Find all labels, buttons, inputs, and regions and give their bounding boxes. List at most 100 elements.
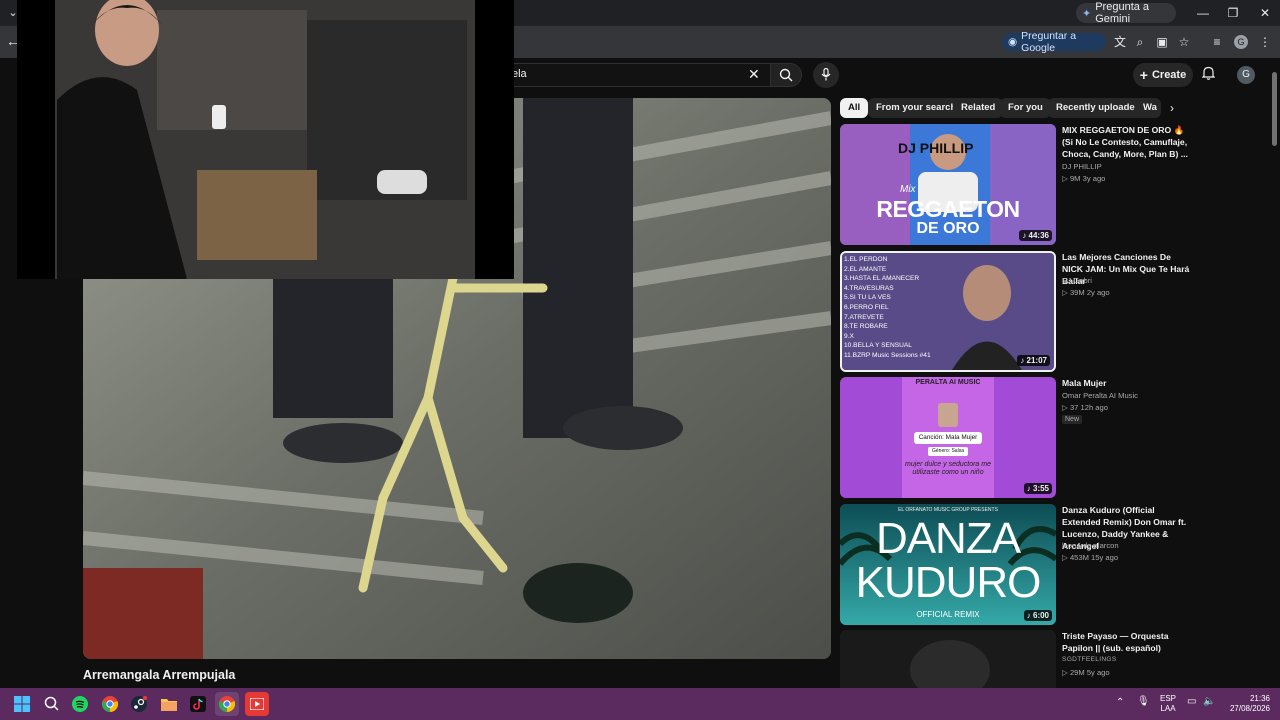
clear-search-icon[interactable]: ✕: [748, 66, 760, 83]
gemini-button[interactable]: ✦ Pregunta a Gemini: [1076, 1, 1176, 25]
chip-recently-uploaded[interactable]: Recently uploaded: [1048, 98, 1149, 118]
restore-button[interactable]: ❐: [1218, 3, 1248, 23]
chip-for-you[interactable]: For you: [1000, 98, 1051, 118]
rec-thumbnail-1[interactable]: DJ PHILLIP Mix REGGAETON DE ORO ♪ 44:36: [840, 124, 1056, 245]
minimize-button[interactable]: —: [1188, 3, 1218, 23]
cast-icon[interactable]: ▣: [1153, 33, 1171, 51]
webcam-frame: [55, 0, 475, 279]
track-1: 1.EL PERDON: [844, 256, 888, 263]
rec-thumbnail-art-5: [840, 630, 1056, 688]
rec-thumb-1-deoro: DE ORO: [916, 220, 980, 237]
rec-title-5[interactable]: Triste Payaso — Orquesta Papilon || (sub…: [1062, 630, 1192, 654]
rec-thumb-3-lyric: mujer dulce y seductora me utilizaste co…: [905, 461, 991, 477]
rec-duration-2: ♪ 21:07: [1017, 355, 1050, 366]
browser-profile-avatar[interactable]: G: [1234, 35, 1248, 49]
chrome-active-icon[interactable]: [215, 692, 239, 716]
scrollbar-thumb[interactable]: [1272, 72, 1277, 146]
voice-search-button[interactable]: [813, 62, 839, 88]
ask-google-label: Preguntar a Google: [1021, 30, 1077, 54]
windows-start-icon[interactable]: [10, 692, 34, 716]
reading-list-icon[interactable]: ≡: [1208, 33, 1226, 51]
rec-thumb-4-kuduro: KUDURO: [855, 558, 1042, 607]
rec-channel-4[interactable]: leonardo alarcon: [1062, 541, 1119, 550]
file-explorer-icon[interactable]: [157, 692, 181, 716]
rec-thumb-3-portrait: [938, 403, 958, 427]
lang-line-1: ESP: [1160, 694, 1177, 703]
volume-icon[interactable]: 🔈: [1203, 696, 1215, 707]
tiktok-icon[interactable]: [186, 692, 210, 716]
rec-thumbnail-2[interactable]: 1.EL PERDON 2.EL AMANTE 3.HASTA EL AMANE…: [840, 251, 1056, 372]
chrome-icon[interactable]: [98, 692, 122, 716]
close-window-button[interactable]: ✕: [1250, 3, 1280, 23]
chip-watched[interactable]: Wa: [1135, 98, 1161, 118]
track-6: 6.PERRO FIEL: [844, 303, 889, 311]
gemini-label: Pregunta a Gemini: [1095, 1, 1150, 25]
steam-icon[interactable]: [127, 692, 151, 716]
account-avatar[interactable]: G: [1237, 66, 1255, 84]
track-5: 5.SI TU LA VES: [844, 294, 891, 302]
show-hidden-icons-chevron[interactable]: ⌃: [1116, 697, 1124, 708]
system-clock[interactable]: 21:36 27/08/2026: [1222, 694, 1270, 714]
chip-all[interactable]: All: [840, 98, 869, 118]
bookmark-star-icon[interactable]: ☆: [1175, 33, 1193, 51]
streaming-app-icon[interactable]: [245, 692, 269, 716]
rec-thumb-3-logo: PERALTA AI MUSIC: [915, 379, 981, 386]
track-9: 9.X: [844, 332, 854, 340]
track-2: 2.EL AMANTE: [844, 265, 887, 273]
rec-thumbnail-3[interactable]: PERALTA AI MUSIC Canción: Mala Mujer Gén…: [840, 377, 1056, 498]
track-8: 8.TE ROBARE: [844, 323, 888, 331]
rec-thumb-1-reggaeton: REGGAETON: [876, 196, 1020, 222]
create-label: Create: [1151, 69, 1187, 81]
rec-channel-5[interactable]: SGDTFEELINGS: [1062, 656, 1117, 663]
notifications-bell-icon[interactable]: [1201, 66, 1216, 83]
network-icon[interactable]: ▭: [1187, 696, 1196, 707]
rec-duration-1: ♪ 44:36: [1019, 230, 1052, 241]
microphone-tray-icon[interactable]: 🎙: [1137, 696, 1150, 707]
rec-meta-4: ▷ 453M 15y ago: [1062, 553, 1119, 562]
chip-related[interactable]: Related: [953, 98, 1004, 118]
rec-thumb-3-genre: Género: Salsa: [928, 447, 968, 456]
translate-icon[interactable]: 文: [1111, 33, 1129, 51]
search-button[interactable]: [770, 63, 802, 87]
rec-meta-3: ▷ 37 12h ago: [1062, 403, 1108, 412]
browser-menu-icon[interactable]: ⋮: [1256, 33, 1274, 51]
rec-duration-3: ♪ 3:55: [1023, 483, 1052, 494]
rec-duration-4: ♪ 6:00: [1023, 610, 1052, 621]
webcam-overlay: [17, 0, 514, 279]
new-badge: New: [1062, 415, 1083, 424]
search-query-text: ela: [512, 68, 527, 80]
rec-channel-1[interactable]: DJ PHILLIP: [1062, 162, 1102, 171]
taskbar-search-icon[interactable]: [39, 692, 63, 716]
rec-title-1[interactable]: MIX REGGAETON DE ORO 🔥 (Si No Le Contest…: [1062, 124, 1192, 160]
rec-thumbnail-5[interactable]: [840, 630, 1056, 688]
lens-icon: ◉: [1008, 36, 1018, 48]
spotify-icon[interactable]: [68, 692, 92, 716]
rec-channel-2[interactable]: DJ Gabri: [1062, 276, 1092, 285]
ask-google-button[interactable]: ◉ Preguntar a Google: [1002, 30, 1106, 54]
clock-date: 27/08/2026: [1229, 704, 1270, 713]
rec-channel-3[interactable]: Omar Peralta AI Music: [1062, 391, 1138, 400]
rec-thumb-4-presents: EL ORFANATO MUSIC GROUP PRESENTS: [898, 507, 998, 513]
rec-thumb-4-danza: DANZA: [875, 514, 1021, 563]
rec-title-3[interactable]: Mala Mujer: [1062, 377, 1192, 389]
chevron-right-icon[interactable]: ›: [1164, 100, 1180, 116]
chip-from-your-search[interactable]: From your search: [868, 98, 965, 118]
zoom-icon[interactable]: ⌕: [1131, 33, 1149, 51]
rec-thumbnail-4[interactable]: EL ORFANATO MUSIC GROUP PRESENTS DANZA K…: [840, 504, 1056, 625]
create-button[interactable]: + Create: [1133, 63, 1193, 87]
track-7: 7.ATREVETE: [844, 313, 884, 321]
input-language-indicator[interactable]: ESP LAA: [1160, 694, 1176, 714]
rec-thumb-2-tracklist: 1.EL PERDON 2.EL AMANTE 3.HASTA EL AMANE…: [844, 255, 931, 361]
plus-icon: +: [1139, 67, 1148, 83]
track-3: 3.HASTA EL AMANECER: [844, 275, 920, 283]
video-title: Arremangala Arrempujala: [83, 668, 236, 682]
search-icon: [779, 68, 793, 82]
lang-line-2: LAA: [1160, 704, 1176, 713]
track-10: 10.BELLA Y SENSUAL: [844, 342, 912, 350]
track-4: 4.TRAVESURAS: [844, 284, 894, 292]
rec-thumb-1-dj: DJ PHILLIP: [898, 140, 974, 156]
page-scrollbar[interactable]: [1270, 60, 1280, 688]
clock-time: 21:36: [1249, 694, 1270, 703]
gemini-sparkle-icon: ✦: [1082, 7, 1092, 20]
rec-meta-2: ▷ 39M 2y ago: [1062, 288, 1110, 297]
